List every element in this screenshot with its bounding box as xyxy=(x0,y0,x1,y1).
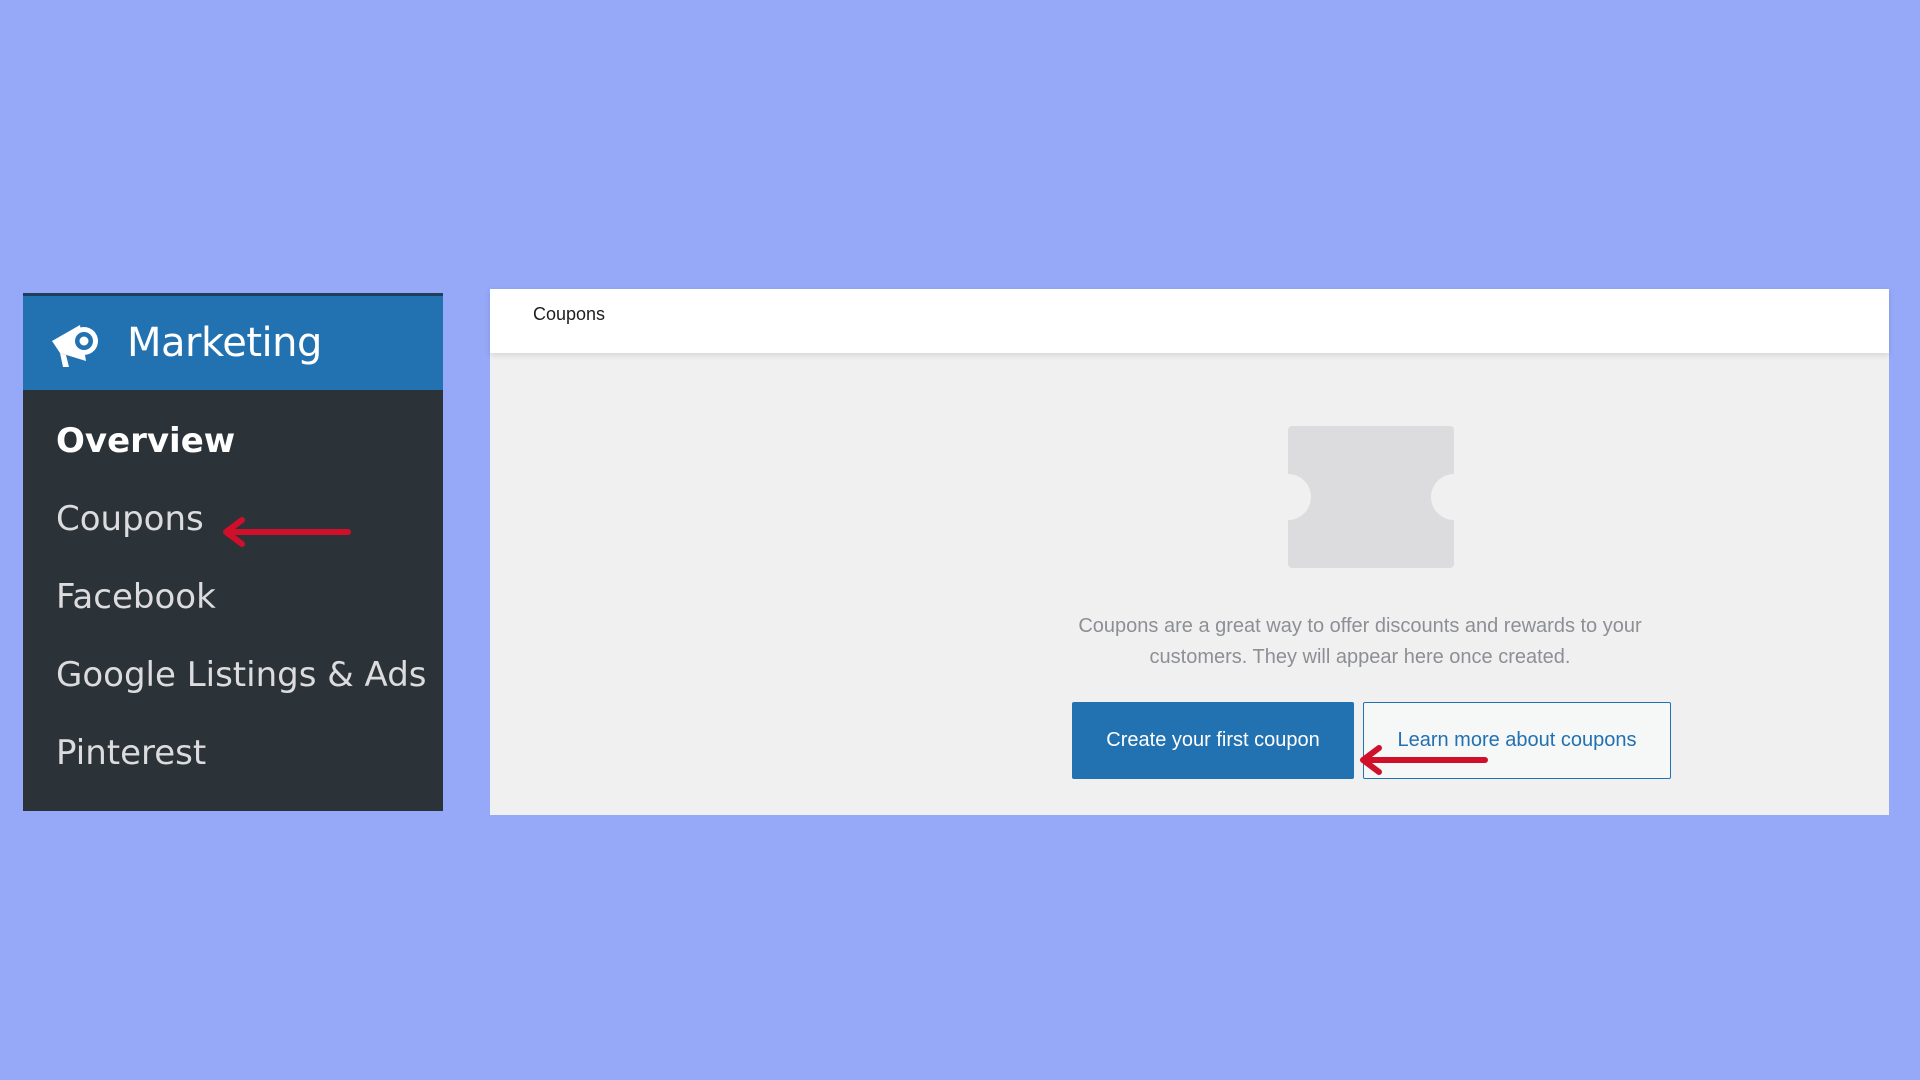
page-title: Coupons xyxy=(533,304,606,324)
sidebar-item-pinterest[interactable]: Pinterest xyxy=(23,714,443,792)
sidebar-title: Marketing xyxy=(127,320,322,366)
megaphone-icon xyxy=(52,325,98,367)
panel-header: Coupons xyxy=(490,289,1889,353)
annotation-arrow-coupons xyxy=(223,517,351,547)
coupons-panel: Coupons Coupons are a great way to offer… xyxy=(490,289,1889,815)
sidebar-item-facebook[interactable]: Facebook xyxy=(23,558,443,636)
sidebar-item-google-listings-ads[interactable]: Google Listings & Ads xyxy=(23,636,443,714)
empty-state-message: Coupons are a great way to offer discoun… xyxy=(1078,615,1642,668)
coupon-icon xyxy=(1288,426,1454,568)
marketing-sidebar: Marketing Overview Coupons Facebook Goog… xyxy=(23,293,443,811)
sidebar-item-overview[interactable]: Overview xyxy=(23,402,443,480)
sidebar-header[interactable]: Marketing xyxy=(23,293,443,390)
annotation-arrow-create-coupon xyxy=(1360,745,1488,775)
sidebar-menu: Overview Coupons Facebook Google Listing… xyxy=(23,402,443,792)
create-first-coupon-button[interactable]: Create your first coupon xyxy=(1072,702,1354,779)
